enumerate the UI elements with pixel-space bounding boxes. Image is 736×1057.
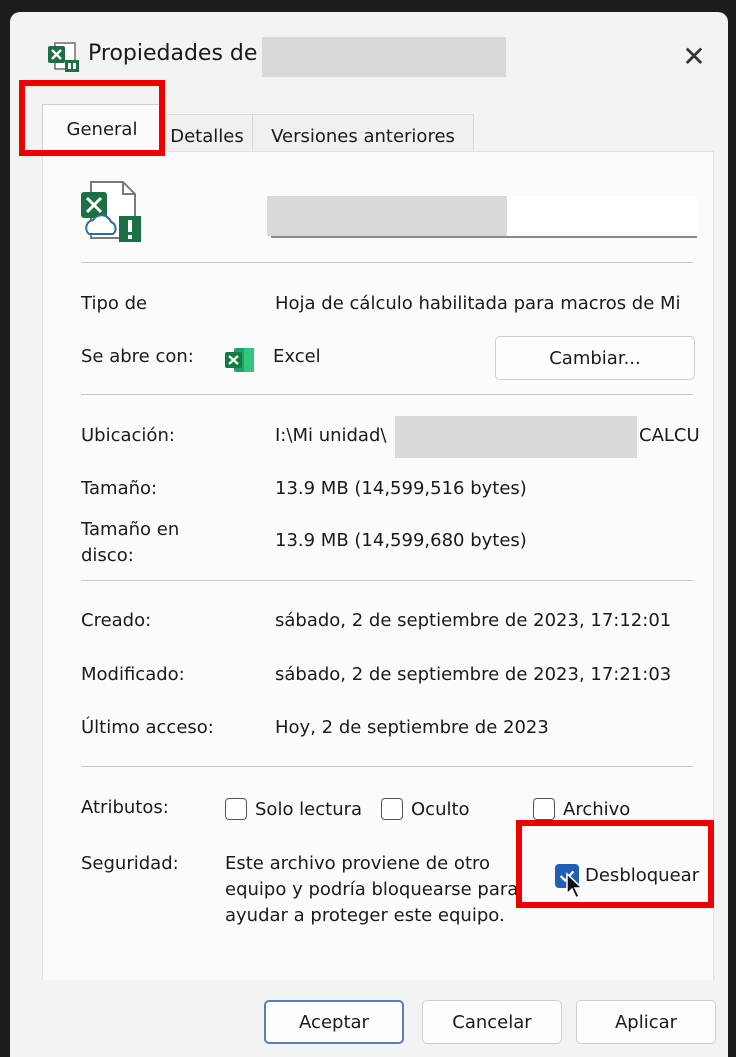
cancel-button[interactable]: Cancelar — [422, 1000, 562, 1044]
tab-previous-versions-label: Versiones anteriores — [271, 126, 455, 147]
security-text-line1: Este archivo proviene de otro — [225, 853, 491, 874]
last-access-value: Hoy, 2 de septiembre de 2023 — [275, 717, 549, 738]
security-text-line3: ayudar a proteger este equipo. — [225, 905, 505, 926]
archive-checkbox[interactable] — [533, 798, 555, 820]
security-text-line2: equipo y podría bloquearse para — [225, 879, 519, 900]
tab-details-label: Detalles — [170, 126, 244, 147]
archive-label[interactable]: Archivo — [563, 798, 630, 822]
properties-dialog: Propiedades de ✕ General Detalles Versio… — [10, 12, 728, 1057]
cancel-button-label: Cancelar — [452, 1011, 532, 1033]
window-title: Propiedades de — [88, 41, 258, 66]
opens-with-label: Se abre con: — [81, 346, 194, 367]
modified-label: Modificado: — [81, 664, 185, 685]
readonly-label[interactable]: Solo lectura — [255, 798, 362, 822]
redacted-path — [395, 416, 637, 458]
ok-button[interactable]: Aceptar — [264, 1000, 404, 1044]
size-on-disk-label-line1: Tamaño en — [81, 519, 180, 540]
excel-cloud-warning-icon — [81, 181, 141, 242]
dialog-footer: Aceptar Cancelar Aplicar — [10, 980, 728, 1057]
redacted-filename-field — [267, 196, 507, 236]
separator — [81, 262, 693, 263]
size-on-disk-value: 13.9 MB (14,599,680 bytes) — [275, 530, 527, 551]
general-panel: Tipo de Hoja de cálculo habilitada para … — [42, 151, 714, 981]
title-bar: Propiedades de ✕ — [10, 12, 728, 92]
mouse-pointer-icon — [566, 872, 584, 900]
size-on-disk-label-line2: disco: — [81, 545, 134, 566]
created-label: Creado: — [81, 610, 152, 631]
ok-button-label: Aceptar — [299, 1011, 369, 1033]
apply-button-label: Aplicar — [614, 1011, 678, 1033]
hidden-label[interactable]: Oculto — [411, 798, 470, 822]
separator — [81, 766, 693, 767]
excel-file-icon — [48, 42, 79, 72]
filename-field[interactable] — [267, 196, 697, 238]
unblock-label[interactable]: Desbloquear — [585, 864, 699, 888]
created-value: sábado, 2 de septiembre de 2023, 17:12:0… — [275, 610, 672, 631]
location-prefix: I:\Mi unidad\ — [275, 425, 387, 446]
hidden-checkbox[interactable] — [381, 798, 403, 820]
file-type-value: Hoja de cálculo habilitada para macros d… — [275, 293, 681, 314]
close-button[interactable]: ✕ — [674, 36, 714, 76]
excel-app-icon — [225, 348, 254, 372]
apply-button[interactable]: Aplicar — [576, 1000, 716, 1044]
redacted-filename — [262, 37, 506, 77]
readonly-checkbox[interactable] — [225, 798, 247, 820]
file-type-label: Tipo de — [81, 293, 148, 314]
attributes-label: Atributos: — [81, 797, 169, 818]
opens-with-app: Excel — [273, 346, 321, 367]
security-label: Seguridad: — [81, 853, 179, 874]
location-suffix: CALCUI — [639, 425, 699, 446]
size-label: Tamaño: — [81, 478, 158, 499]
location-label: Ubicación: — [81, 425, 175, 446]
change-button[interactable]: Cambiar... — [495, 336, 695, 380]
change-button-label: Cambiar... — [549, 347, 641, 369]
tab-general-label: General — [66, 119, 138, 140]
tab-general[interactable]: General — [42, 104, 162, 154]
last-access-label: Último acceso: — [81, 717, 214, 738]
separator — [81, 580, 693, 581]
size-value: 13.9 MB (14,599,516 bytes) — [275, 478, 527, 499]
separator — [81, 394, 693, 395]
modified-value: sábado, 2 de septiembre de 2023, 17:21:0… — [275, 664, 672, 685]
